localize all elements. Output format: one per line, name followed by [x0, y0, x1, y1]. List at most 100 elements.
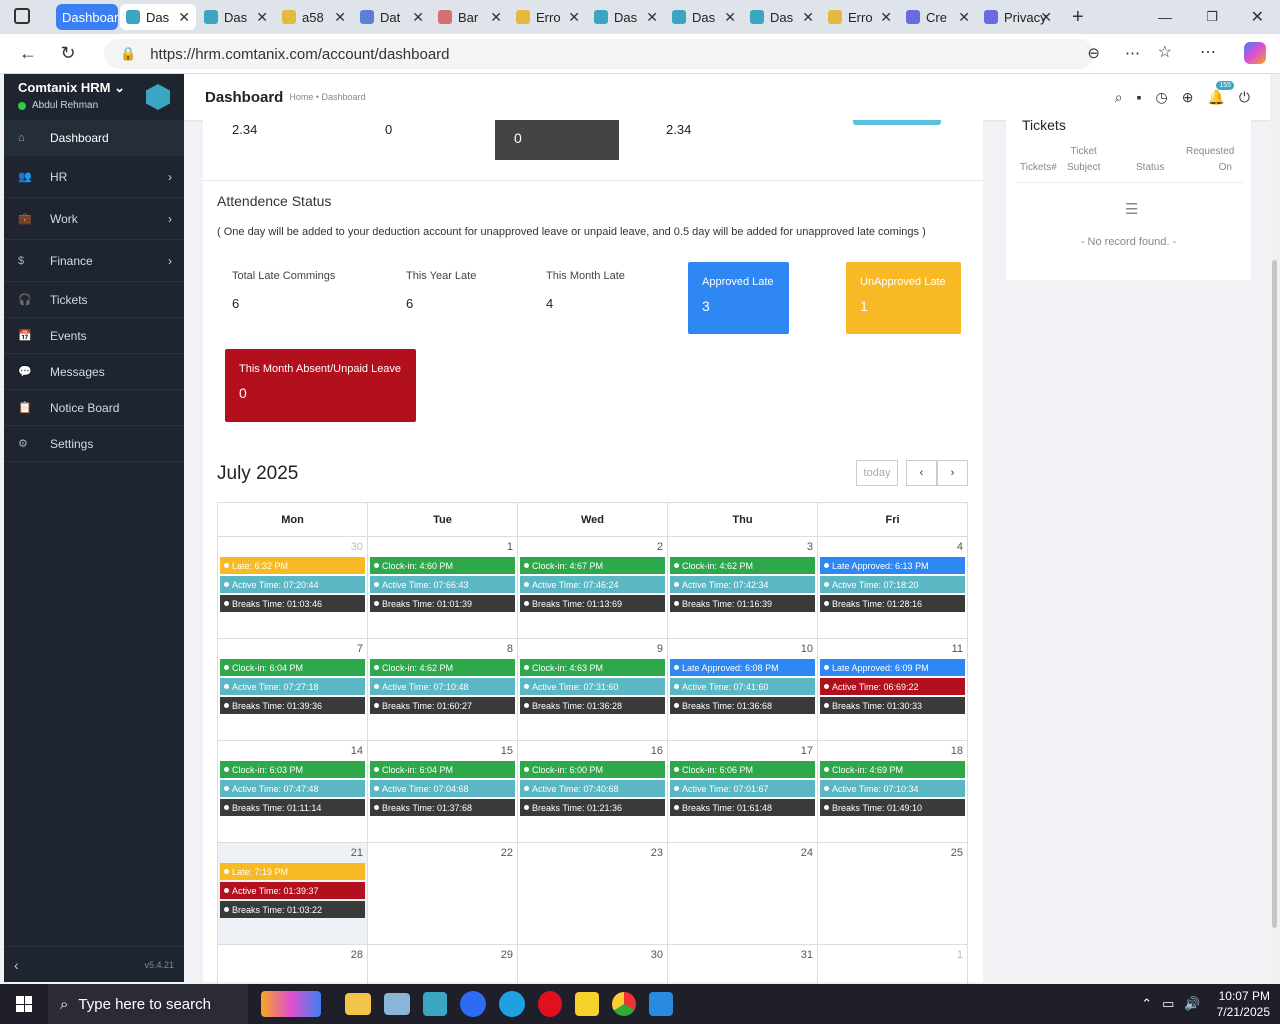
- calendar-event[interactable]: Active Time: 07:40:68: [520, 780, 665, 797]
- close-tab-icon[interactable]: ✕: [958, 9, 970, 26]
- close-tab-icon[interactable]: ✕: [490, 9, 502, 26]
- calendar-event[interactable]: Active Time: 07:20:44: [220, 576, 365, 593]
- search-icon[interactable]: ⌕: [1115, 89, 1123, 106]
- scrollbar-thumb[interactable]: [1272, 260, 1277, 928]
- calendar-event[interactable]: Late: 7:19 PM: [220, 863, 365, 880]
- restore-icon[interactable]: ❐: [1206, 9, 1218, 25]
- calendar-event[interactable]: Breaks Time: 01:36:68: [670, 697, 815, 714]
- volume-icon[interactable]: 🔊: [1184, 996, 1200, 1012]
- power-icon[interactable]: ⏻: [1239, 89, 1250, 106]
- calendar-event[interactable]: Clock-in: 4:60 PM: [370, 557, 515, 574]
- calendar-day[interactable]: 2 Clock-in: 4:67 PM Active Time: 07:46:24 B…: [517, 536, 668, 639]
- calendar-event[interactable]: Clock-in: 6:03 PM: [220, 761, 365, 778]
- browser-tab[interactable]: Privacy ✕: [978, 4, 1058, 30]
- calendar-event[interactable]: Breaks Time: 01:03:46: [220, 595, 365, 612]
- taskbar-search[interactable]: ⌕ Type here to search: [48, 984, 248, 1024]
- calendar-event[interactable]: Clock-in: 4:63 PM: [520, 659, 665, 676]
- calendar-event[interactable]: Breaks Time: 01:16:39: [670, 595, 815, 612]
- calendar-day[interactable]: 29: [367, 944, 518, 985]
- calendar-event[interactable]: Clock-in: 6:06 PM: [670, 761, 815, 778]
- calendar-event[interactable]: Clock-in: 6:04 PM: [370, 761, 515, 778]
- calendar-day[interactable]: 9 Clock-in: 4:63 PM Active Time: 07:31:60 B…: [517, 638, 668, 741]
- calendar-day[interactable]: 3 Clock-in: 4:62 PM Active Time: 07:42:34 B…: [667, 536, 818, 639]
- browser-tab[interactable]: Das ✕: [744, 4, 820, 30]
- calendar-event[interactable]: Breaks Time: 01:39:36: [220, 697, 365, 714]
- calendar-day[interactable]: 18 Clock-in: 4:69 PM Active Time: 07:10:34…: [817, 740, 968, 843]
- calendar-event[interactable]: Late: 6:32 PM: [220, 557, 365, 574]
- calendar-day[interactable]: 16 Clock-in: 6:00 PM Active Time: 07:40:68…: [517, 740, 668, 843]
- calendar-event[interactable]: Late Approved: 6:08 PM: [670, 659, 815, 676]
- calendar-event[interactable]: Clock-in: 4:62 PM: [370, 659, 515, 676]
- calendar-day[interactable]: 14 Clock-in: 6:03 PM Active Time: 07:47:48…: [217, 740, 368, 843]
- close-tab-icon[interactable]: ✕: [880, 9, 892, 26]
- close-tab-icon[interactable]: ✕: [724, 9, 736, 26]
- more-page-icon[interactable]: ⋯: [1125, 44, 1140, 62]
- calendar-event[interactable]: Active Time: 07:04:68: [370, 780, 515, 797]
- hrm-app-icon[interactable]: [423, 992, 447, 1016]
- calendar-event[interactable]: Active Time: 06:69:22: [820, 678, 965, 695]
- browser-tab[interactable]: Cre ✕: [900, 4, 976, 30]
- calendar-event[interactable]: Active Time: 01:39:37: [220, 882, 365, 899]
- browser-tab[interactable]: Dat ✕: [354, 4, 430, 30]
- copilot-icon[interactable]: [1244, 42, 1266, 64]
- bell-icon[interactable]: 🔔: [1207, 89, 1224, 106]
- next-month-button[interactable]: ›: [937, 460, 968, 486]
- calendar-day[interactable]: 15 Clock-in: 6:04 PM Active Time: 07:04:68…: [367, 740, 518, 843]
- calendar-day[interactable]: 17 Clock-in: 6:06 PM Active Time: 07:01:67…: [667, 740, 818, 843]
- today-button[interactable]: today: [856, 460, 898, 486]
- calendar-day[interactable]: 24: [667, 842, 818, 945]
- calendar-day[interactable]: 8 Clock-in: 4:62 PM Active Time: 07:10:48 B…: [367, 638, 518, 741]
- start-button[interactable]: [0, 984, 48, 1024]
- tray-chevron-icon[interactable]: ⌃: [1141, 996, 1152, 1012]
- calendar-day[interactable]: 1 Clock-in: 4:60 PM Active Time: 07:66:43 B…: [367, 536, 518, 639]
- add-icon[interactable]: ⊕: [1182, 89, 1194, 106]
- browser-tab[interactable]: Das ✕: [588, 4, 664, 30]
- opera-icon[interactable]: [538, 991, 562, 1017]
- calendar-event[interactable]: Breaks Time: 01:61:48: [670, 799, 815, 816]
- zoom-out-icon[interactable]: ⊖: [1087, 44, 1100, 62]
- calendar-event[interactable]: Late Approved: 6:09 PM: [820, 659, 965, 676]
- calendar-event[interactable]: Breaks Time: 01:60:27: [370, 697, 515, 714]
- calendar-event[interactable]: Breaks Time: 01:03:22: [220, 901, 365, 918]
- sidebar-item-settings[interactable]: ⚙ Settings: [4, 426, 184, 462]
- calendar-event[interactable]: Active Time: 07:10:48: [370, 678, 515, 695]
- file-explorer-icon[interactable]: [345, 993, 371, 1015]
- close-tab-icon[interactable]: ✕: [178, 9, 190, 26]
- browser-tab[interactable]: Das ✕: [198, 4, 274, 30]
- sidebar-item-events[interactable]: 📅 Events: [4, 318, 184, 354]
- sticky-note-icon[interactable]: ▪: [1137, 89, 1142, 105]
- calendar-day[interactable]: 28: [217, 944, 368, 985]
- calendar-day[interactable]: 25: [817, 842, 968, 945]
- sidebar-item-tickets[interactable]: 🎧 Tickets: [4, 282, 184, 318]
- calendar-event[interactable]: Clock-in: 4:69 PM: [820, 761, 965, 778]
- sticky-notes-icon[interactable]: [575, 992, 599, 1016]
- prev-month-button[interactable]: ‹: [906, 460, 937, 486]
- tab-actions-icon[interactable]: [14, 8, 30, 24]
- calendar-event[interactable]: Active Time: 07:18:20: [820, 576, 965, 593]
- network-icon[interactable]: ▭: [1162, 996, 1174, 1012]
- close-window-icon[interactable]: ✕: [1251, 7, 1264, 27]
- app-icon[interactable]: [384, 993, 410, 1015]
- calendar-event[interactable]: Breaks Time: 01:21:36: [520, 799, 665, 816]
- calendar-day[interactable]: 10 Late Approved: 6:08 PM Active Time: 07:…: [667, 638, 818, 741]
- back-icon[interactable]: ←: [12, 38, 44, 70]
- browser-tab[interactable]: a58 ✕: [276, 4, 352, 30]
- browser-tab[interactable]: Erro ✕: [822, 4, 898, 30]
- browser-tab[interactable]: Das ✕: [666, 4, 742, 30]
- new-tab-icon[interactable]: +: [1072, 6, 1084, 29]
- more-icon[interactable]: ⋯: [1200, 42, 1216, 62]
- calendar-event[interactable]: Breaks Time: 01:11:14: [220, 799, 365, 816]
- close-tab-icon[interactable]: ✕: [802, 9, 814, 26]
- browser-tab[interactable]: Bar ✕: [432, 4, 508, 30]
- calendar-event[interactable]: Breaks Time: 01:30:33: [820, 697, 965, 714]
- close-tab-icon[interactable]: ✕: [646, 9, 658, 26]
- calendar-day[interactable]: 31: [667, 944, 818, 985]
- calendar-event[interactable]: Active Time: 07:27:18: [220, 678, 365, 695]
- breadcrumb[interactable]: Home • Dashboard: [289, 92, 365, 102]
- close-tab-icon[interactable]: ✕: [568, 9, 580, 26]
- collapse-sidebar-icon[interactable]: ‹: [14, 957, 19, 973]
- favorites-icon[interactable]: ☆: [1158, 42, 1172, 62]
- sidebar-item-finance[interactable]: $ Finance ›: [4, 240, 184, 282]
- calendar-day[interactable]: 22: [367, 842, 518, 945]
- calendar-event[interactable]: Active Time: 07:01:67: [670, 780, 815, 797]
